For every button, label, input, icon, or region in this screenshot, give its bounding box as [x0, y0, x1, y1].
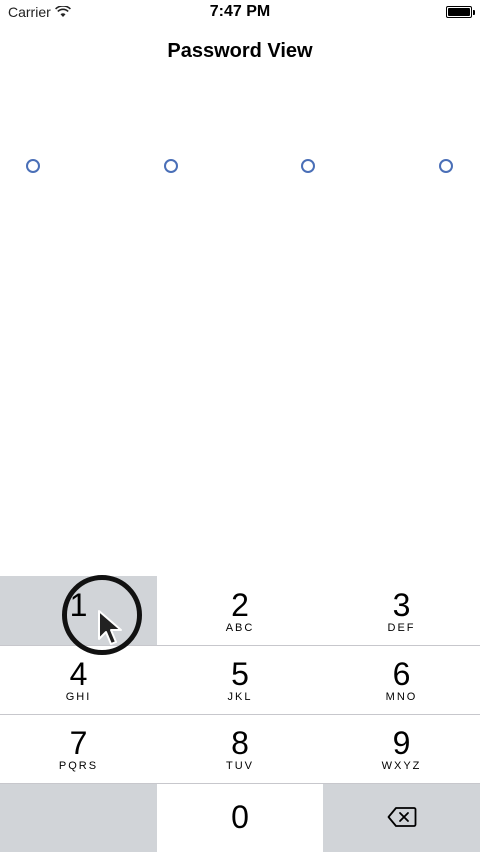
page-title: Password View: [167, 40, 313, 62]
key-digit: 4: [69, 656, 88, 692]
key-digit: 0: [231, 799, 249, 835]
key-0[interactable]: 0: [157, 783, 323, 852]
key-digit: 3: [392, 587, 411, 623]
key-6[interactable]: 6 MNO: [323, 645, 480, 714]
passcode-dot: [301, 159, 315, 173]
key-letters: GHI: [65, 691, 92, 703]
keypad-divider: [0, 645, 480, 646]
battery-icon: [446, 6, 475, 18]
keypad-empty-key: [0, 783, 157, 852]
key-letters: ABC: [225, 622, 255, 634]
key-7[interactable]: 7 PQRS: [0, 714, 157, 783]
delete-button[interactable]: [323, 783, 480, 852]
key-letters: MNO: [385, 691, 418, 703]
key-9[interactable]: 9 WXYZ: [323, 714, 480, 783]
mouse-pointer-icon: [98, 610, 122, 645]
keypad-divider: [0, 783, 480, 784]
key-digit: 8: [231, 725, 249, 761]
key-letters: DEF: [387, 622, 416, 634]
key-3[interactable]: 3 DEF: [323, 576, 480, 645]
passcode-dot: [26, 159, 40, 173]
status-bar: Carrier 7:47 PM: [0, 0, 480, 26]
key-letters: JKL: [227, 691, 253, 703]
key-letters: PQRS: [58, 760, 99, 772]
key-digit: 9: [392, 725, 411, 761]
passcode-dot: [439, 159, 453, 173]
key-5[interactable]: 5 JKL: [157, 645, 323, 714]
key-digit: 2: [231, 587, 249, 623]
passcode-dot: [164, 159, 178, 173]
clock: 7:47 PM: [209, 3, 271, 20]
key-digit: 5: [231, 656, 249, 692]
key-letters: WXYZ: [381, 760, 422, 772]
key-digit: 7: [69, 725, 88, 761]
key-letters: TUV: [226, 760, 254, 772]
key-digit: 6: [392, 656, 411, 692]
key-2[interactable]: 2 ABC: [157, 576, 323, 645]
key-4[interactable]: 4 GHI: [0, 645, 157, 714]
key-8[interactable]: 8 TUV: [157, 714, 323, 783]
backspace-icon: [387, 807, 416, 827]
keypad-divider: [0, 714, 480, 715]
